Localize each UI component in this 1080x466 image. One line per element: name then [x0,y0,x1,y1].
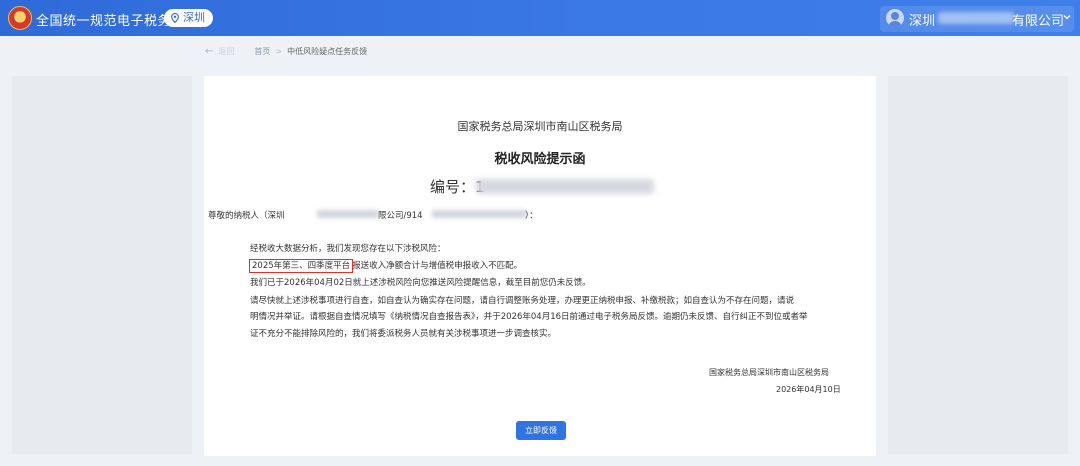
region-label: 深圳 [183,11,205,24]
salutation-mid: 限公司/914 [378,211,423,221]
redacted-document-number [476,179,654,194]
right-side-panel [888,76,1068,454]
request-line-3: 证不充分不能排除风险的，我们将委派税务人员就有关涉税事项进一步调查核实。 [250,329,557,339]
company-name-prefix: 深圳 [909,14,936,29]
top-header-bar: 全国统一规范电子税务局 深圳 深圳 有限公司 [0,0,1080,36]
breadcrumb: ← 返回 首页 > 中低风险疑点任务反馈 [205,46,367,57]
avatar-icon [886,9,904,27]
left-side-panel [12,76,192,454]
risk-notice-letter: 国家税务总局深圳市南山区税务局 税收风险提示函 编号：1 尊敬的纳税人（深圳 限… [204,76,876,456]
notice-text: 我们已于2026年04月02日就上述涉税风险向您推送风险提醒信息，截至目前您仍未… [250,278,591,288]
submit-feedback-button[interactable]: 立即反馈 [516,421,566,440]
back-link[interactable]: 返回 [218,46,234,57]
redacted-taxpayer-name [317,210,379,218]
back-arrow-icon[interactable]: ← [205,46,213,57]
company-name-suffix: 有限公司 [1012,14,1065,29]
salutation-prefix: 尊敬的纳税人（深圳 [208,211,285,221]
location-pin-icon [171,13,179,23]
breadcrumb-separator: > [275,47,283,56]
letter-issuer: 国家税务总局深圳市南山区税务局 [457,120,623,133]
app-title[interactable]: 全国统一规范电子税务局 [36,10,185,29]
breadcrumb-current: 中低风险疑点任务反馈 [287,47,368,56]
risk-item: 2025年第三、四季度平台 报送收入净额合计与增值税申报收入不匹配。 [248,259,523,273]
redacted-company-name [938,12,1014,24]
region-selector[interactable]: 深圳 [164,9,213,27]
breadcrumb-home[interactable]: 首页 [254,46,270,57]
chevron-down-icon[interactable] [1063,13,1071,21]
request-line-2: 明情况并举证。请根据自查情况填写《纳税情况自查报告表》，并于2026年04月16… [250,312,808,322]
redacted-tax-id [432,210,527,218]
letter-title: 税收风险提示函 [494,152,586,167]
intro-text: 经税收大数据分析，我们发现您存在以下涉税风险： [250,244,446,254]
signature-date: 2026年04月10日 [776,385,841,394]
tax-emblem-icon [8,6,32,30]
salutation-suffix: ）： [525,211,538,221]
risk-highlight: 2025年第三、四季度平台 [248,259,354,273]
request-line-1: 请尽快就上述涉税事项进行自查，如自查认为确实存在问题，请自行调整账务处理，办理更… [250,296,795,306]
signature-issuer: 国家税务总局深圳市南山区税务局 [709,368,829,377]
risk-description: 报送收入净额合计与增值税申报收入不匹配。 [352,261,523,271]
